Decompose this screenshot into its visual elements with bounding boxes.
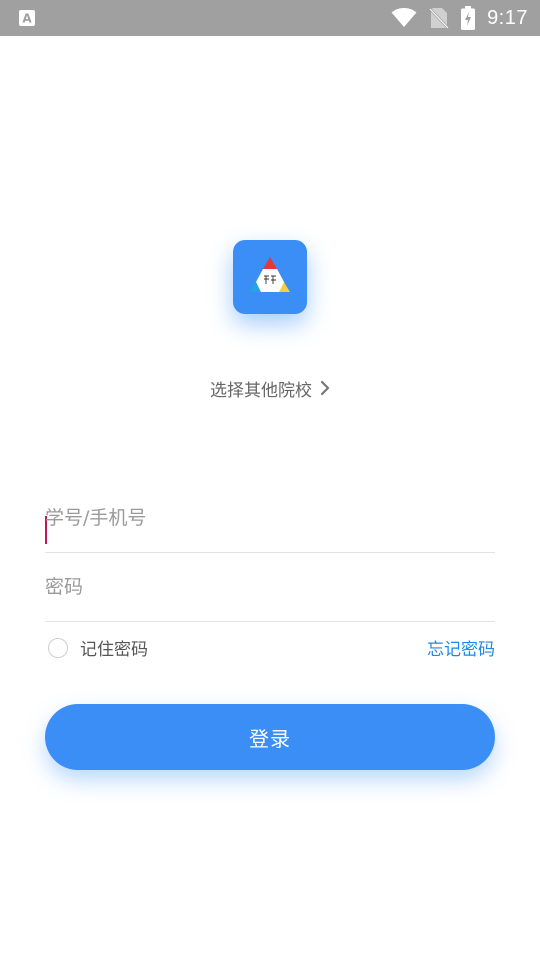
- account-field: [45, 484, 495, 553]
- select-school-button[interactable]: 选择其他院校: [0, 372, 540, 404]
- remember-password-radio[interactable]: [48, 637, 68, 658]
- remember-password-label: 记住密码: [80, 640, 148, 660]
- app-logo-triangle-icon: [250, 257, 290, 292]
- svg-text:A: A: [22, 12, 32, 26]
- login-button[interactable]: 登录: [45, 704, 495, 770]
- remember-password-toggle[interactable]: 记住密码: [48, 635, 148, 660]
- remember-row: 记住密码 忘记密码: [45, 632, 495, 664]
- select-school-label: 选择其他院校: [210, 380, 312, 401]
- app-logo: [233, 240, 307, 314]
- forgot-password-link[interactable]: 忘记密码: [427, 635, 495, 660]
- status-icons: 9:17: [391, 0, 528, 36]
- chevron-right-icon: [320, 380, 330, 396]
- no-sim-icon: [429, 8, 449, 29]
- account-input[interactable]: [45, 500, 495, 536]
- password-field: [45, 553, 495, 622]
- wifi-icon: [391, 8, 417, 27]
- login-screen: A 9:17 选择其他院校 学号/手机号 记住密码 忘记密码 登录: [0, 0, 540, 960]
- password-input[interactable]: [45, 569, 495, 605]
- status-time: 9:17: [487, 6, 528, 29]
- text-a-notification-icon: A: [19, 10, 35, 26]
- status-bar: A 9:17: [0, 0, 540, 36]
- battery-charging-icon: [461, 6, 476, 30]
